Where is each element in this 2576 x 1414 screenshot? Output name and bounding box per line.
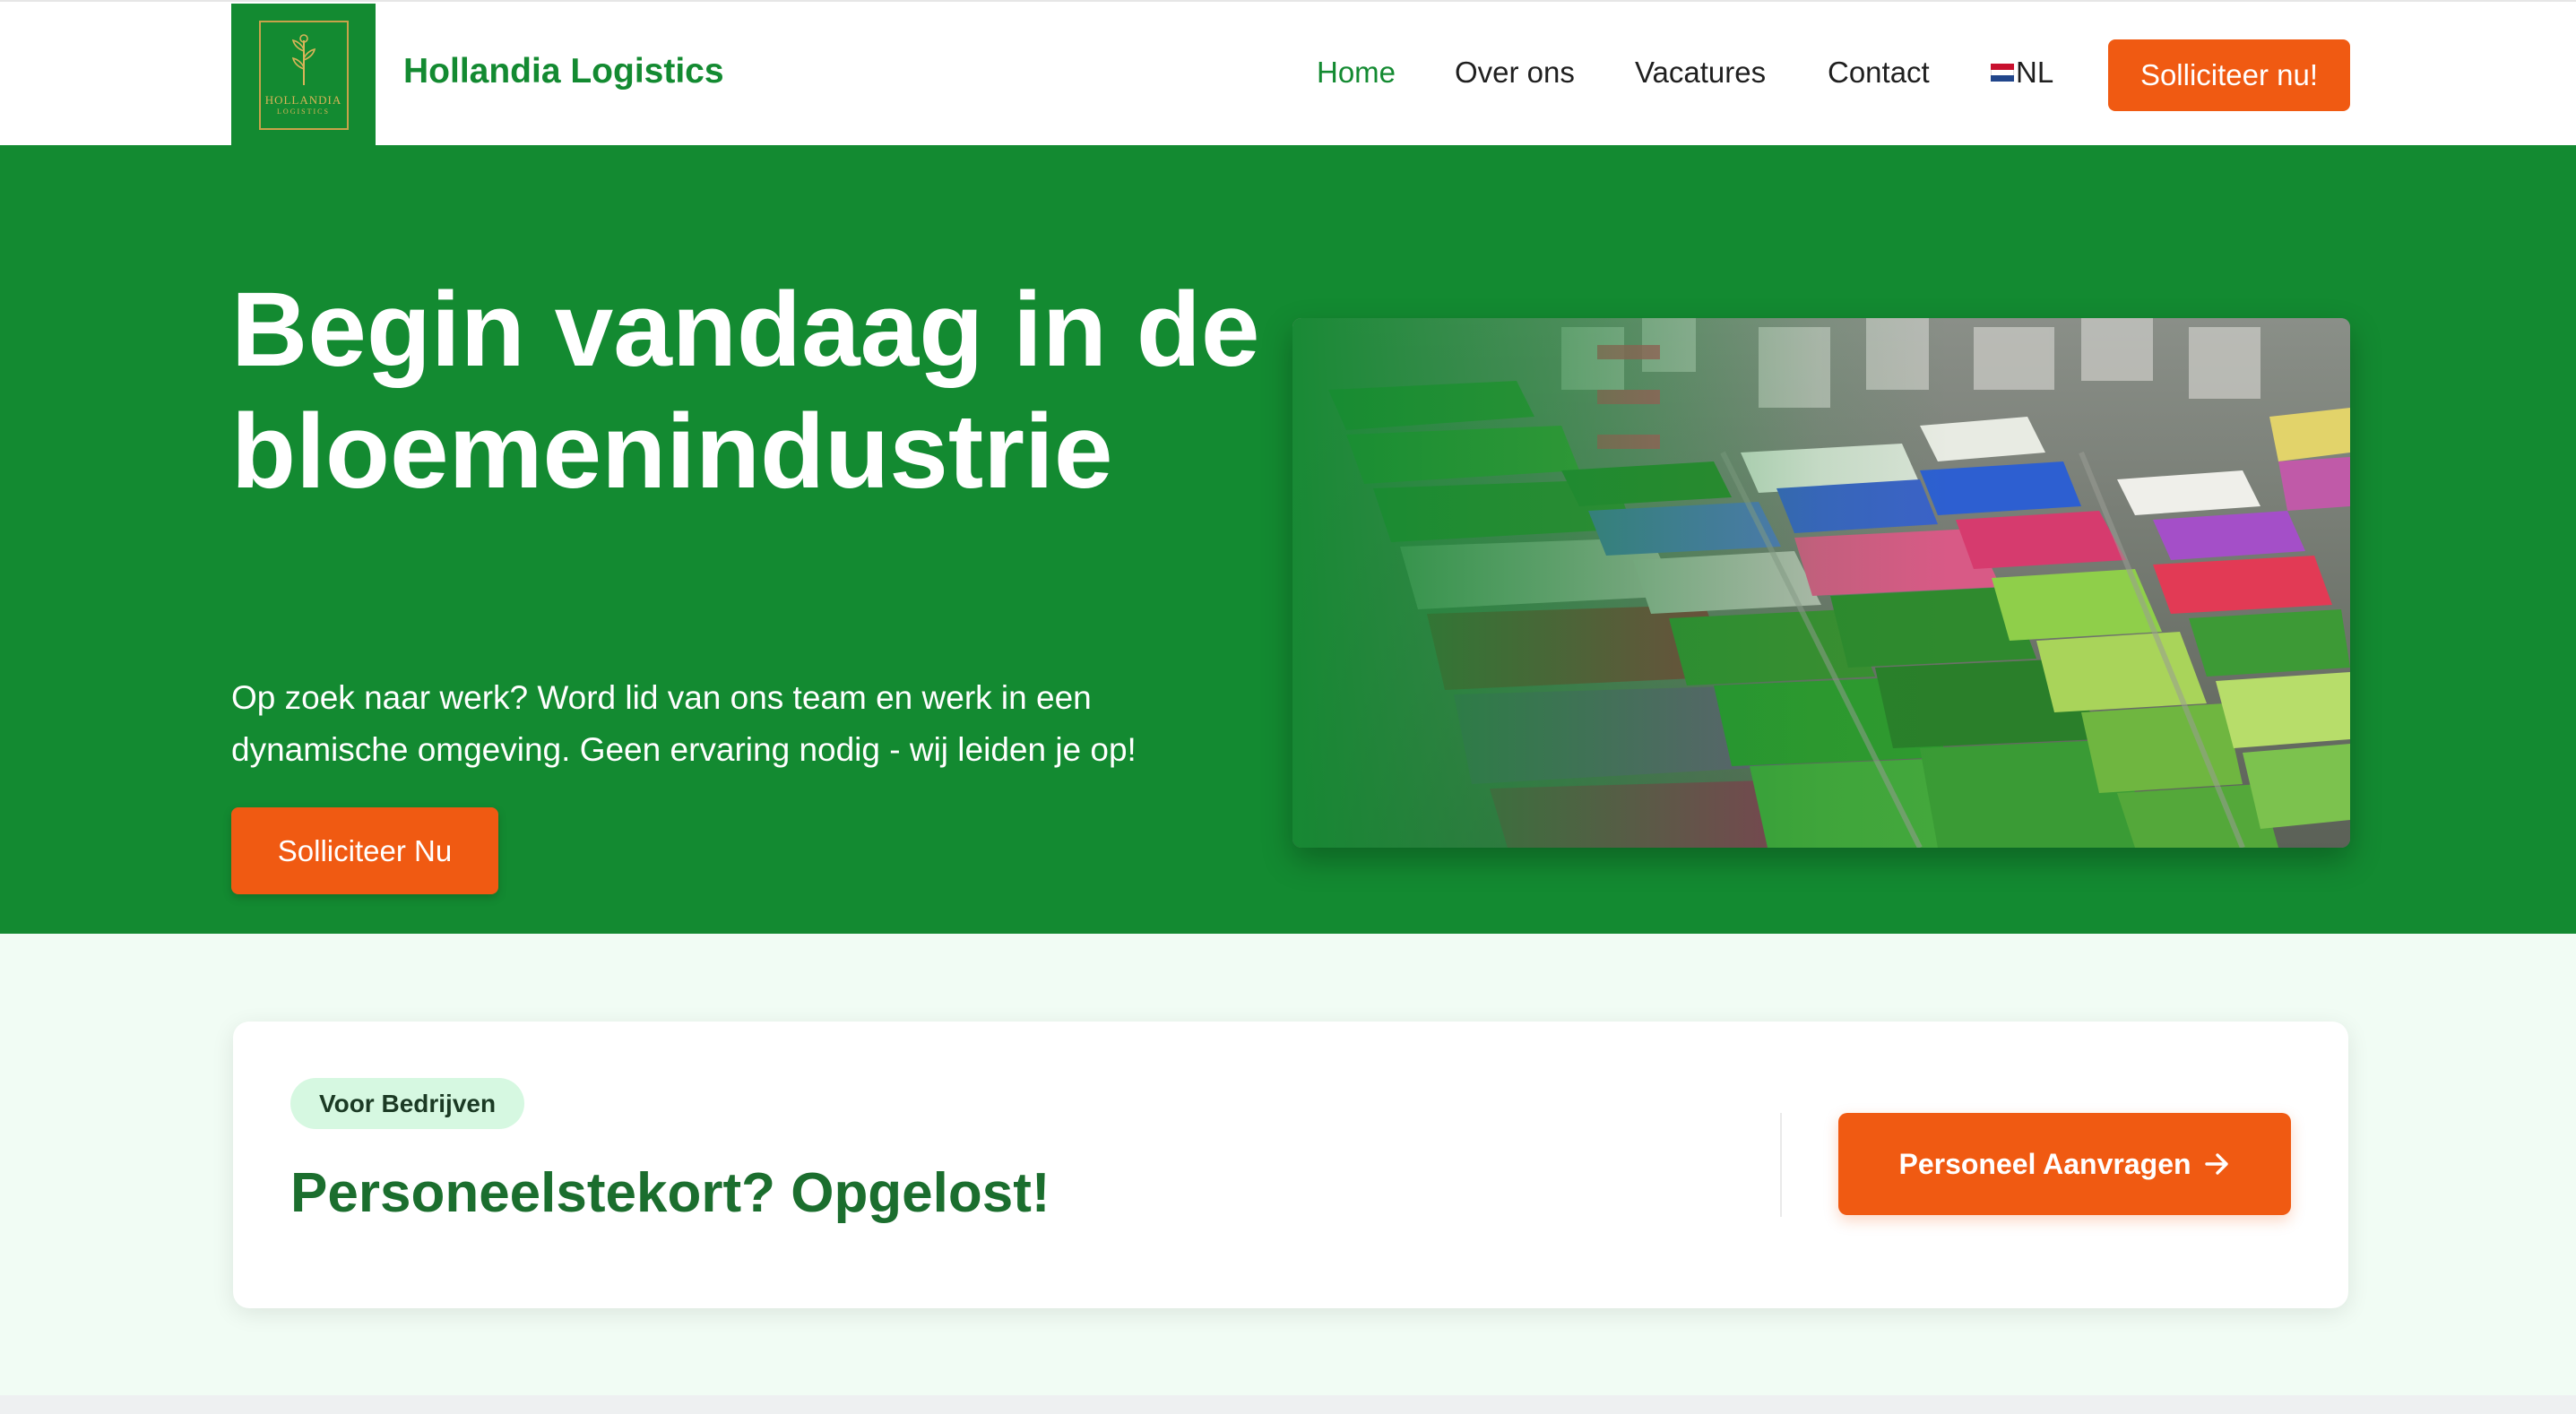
logo-subtitle: LOGISTICS: [277, 108, 330, 116]
apply-now-hero-button[interactable]: Solliciteer Nu: [231, 807, 498, 894]
hero-description: Op zoek naar werk? Word lid van ons team…: [231, 679, 1137, 768]
nav-vacatures[interactable]: Vacatures: [1635, 56, 1766, 90]
nav-over-ons[interactable]: Over ons: [1455, 56, 1575, 90]
card-divider: [1780, 1113, 1782, 1217]
business-badge: Voor Bedrijven: [290, 1078, 525, 1129]
request-staff-button[interactable]: Personeel Aanvragen: [1838, 1113, 2291, 1215]
logo[interactable]: HOLLANDIA LOGISTICS: [231, 4, 376, 147]
request-staff-label: Personeel Aanvragen: [1898, 1147, 2191, 1180]
language-label: NL: [2016, 56, 2054, 89]
hero-section: Begin vandaag in de bloemenindustrie Op …: [0, 145, 2576, 934]
flower-logo-icon: [291, 34, 316, 85]
business-card: Voor Bedrijven Personeelstekort? Opgelos…: [233, 1022, 2348, 1308]
nav-contact[interactable]: Contact: [1828, 56, 1930, 90]
language-switcher[interactable]: NL: [1991, 56, 2053, 90]
hero-image-flower-auction: [1292, 318, 2350, 848]
arrow-right-icon: [2204, 1152, 2231, 1176]
site-header: HOLLANDIA LOGISTICS Hollandia Logistics …: [0, 0, 2576, 147]
logo-wordmark: HOLLANDIA: [264, 93, 342, 107]
brand-name[interactable]: Hollandia Logistics: [403, 52, 724, 91]
section-divider: [0, 1395, 2576, 1414]
business-title: Personeelstekort? Opgelost!: [290, 1162, 1050, 1224]
hero-image-overlay: [1292, 318, 2350, 848]
nav-home[interactable]: Home: [1317, 56, 1396, 90]
logo-frame: HOLLANDIA LOGISTICS: [258, 21, 349, 130]
apply-now-header-button[interactable]: Solliciteer nu!: [2108, 39, 2350, 111]
hero-title: Begin vandaag in de bloemenindustrie: [231, 271, 1260, 511]
dutch-flag-icon: [1991, 64, 2014, 82]
